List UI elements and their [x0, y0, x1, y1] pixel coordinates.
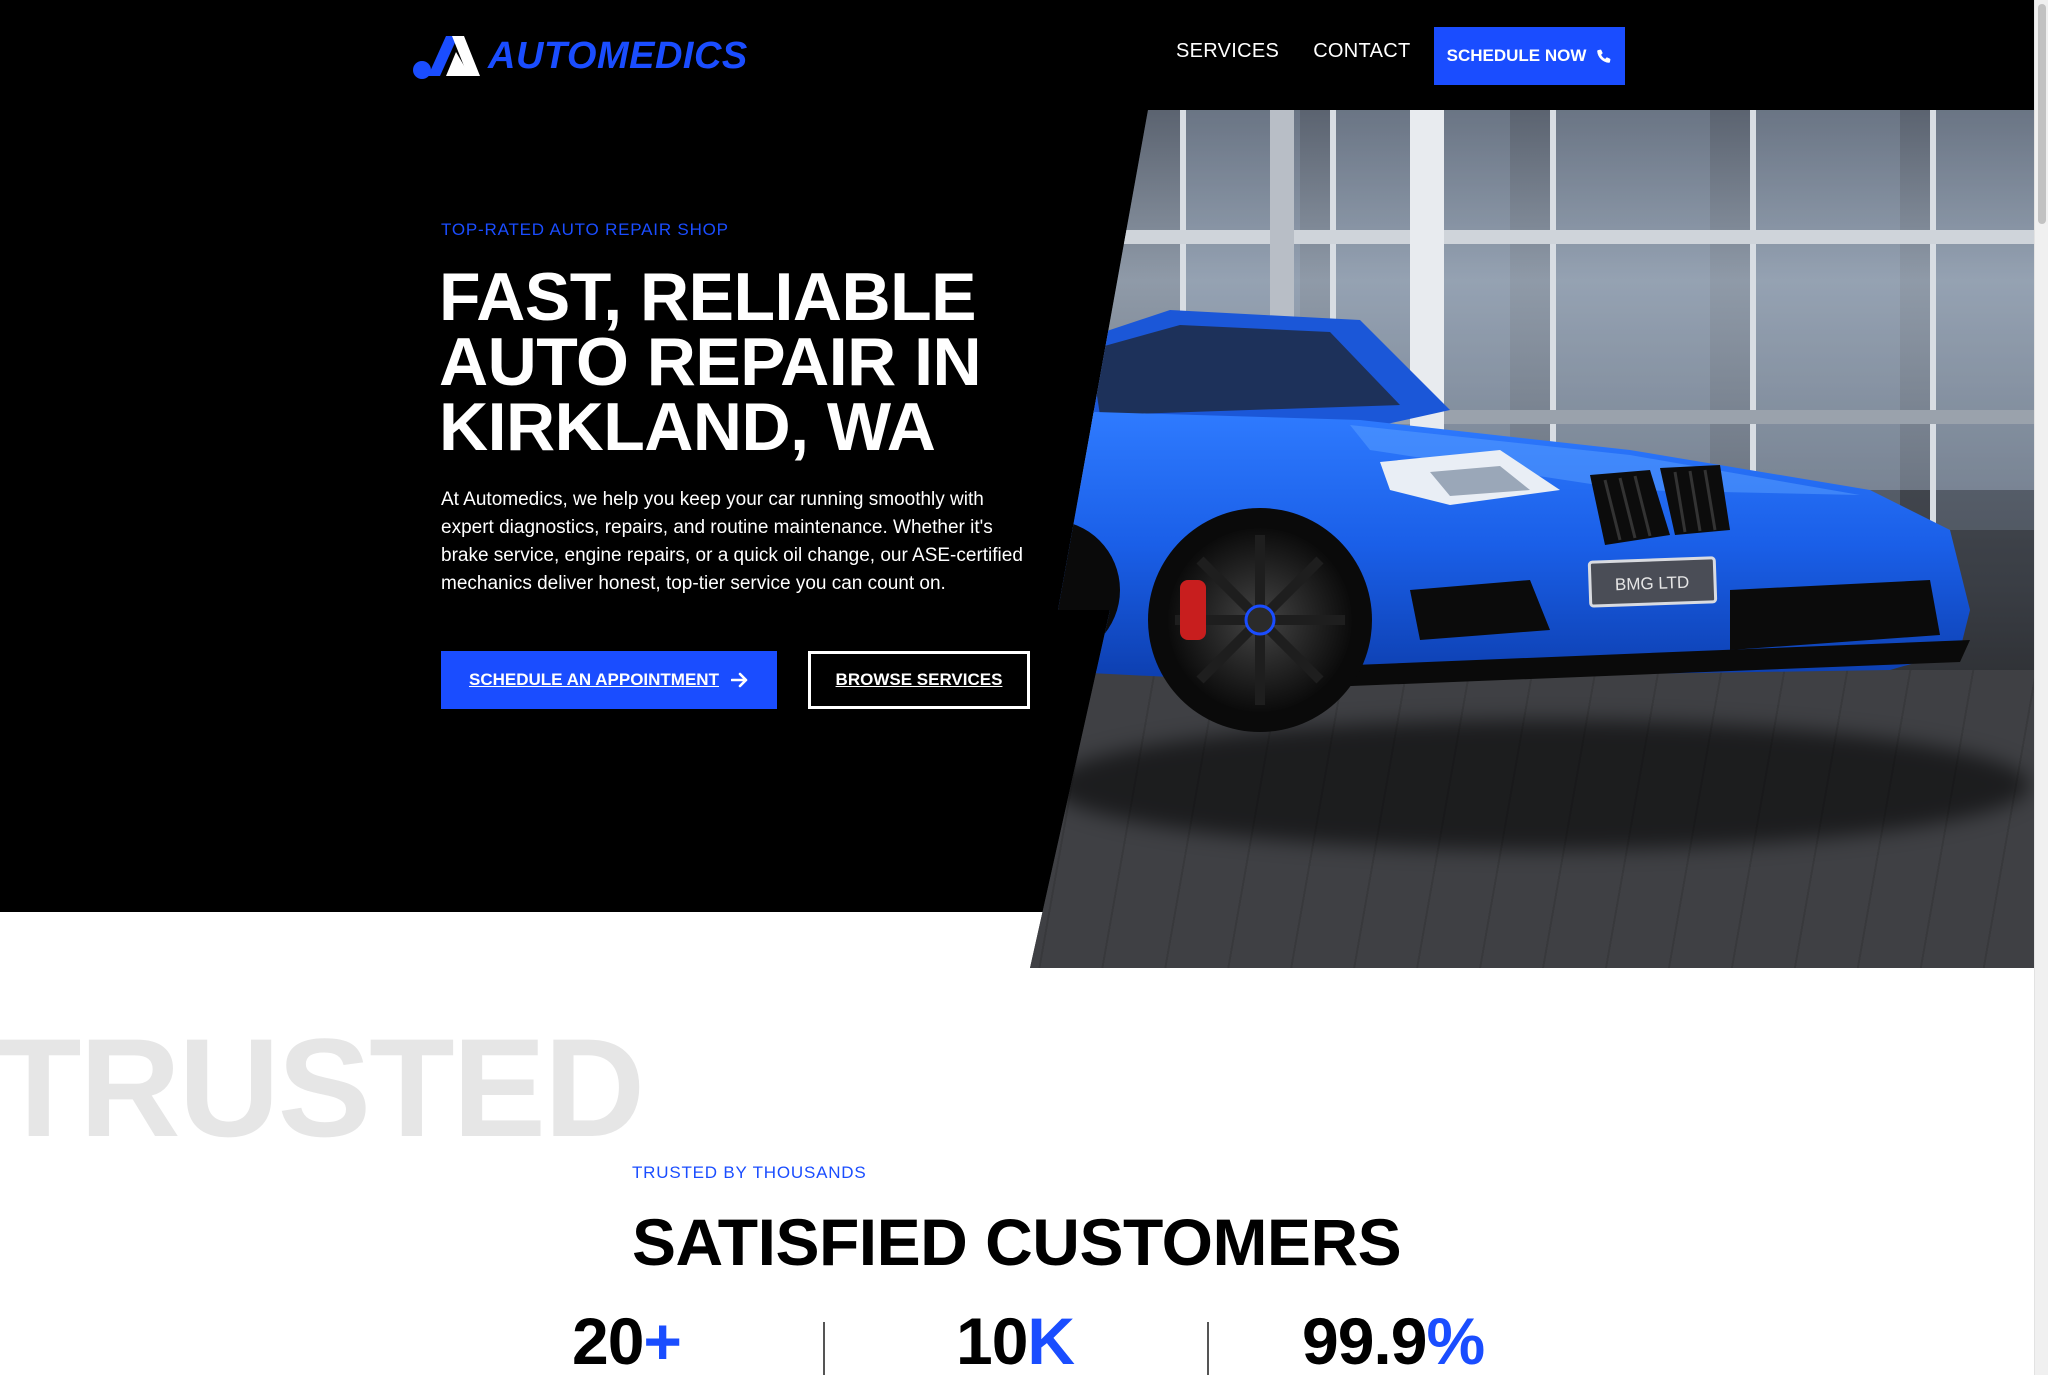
stat-years-suffix: + [643, 1304, 682, 1375]
main-nav: SERVICES CONTACT [1176, 40, 1410, 63]
stat-satisfaction-value: 99.9 [1302, 1304, 1427, 1375]
stat-customers: 10K [956, 1308, 1075, 1374]
stat-years: 20+ [572, 1308, 682, 1374]
hero-description: At Automedics, we help you keep your car… [441, 489, 1023, 594]
stat-divider [1207, 1322, 1209, 1375]
arrow-right-icon [730, 672, 748, 688]
license-plate-text: BMG LTD [1615, 573, 1690, 595]
schedule-now-button[interactable]: SCHEDULE NOW [1434, 27, 1625, 85]
hero-eyebrow: TOP-RATED AUTO REPAIR SHOP [441, 220, 729, 239]
stat-years-value: 20 [572, 1304, 644, 1375]
browse-services-button[interactable]: BROWSE SERVICES [808, 651, 1030, 709]
stats-row: 20+ 10K 99.9% [0, 1300, 2034, 1375]
page-scrollbar[interactable] [2034, 0, 2048, 1375]
page: BMG LTD AUTOMEDICS SERVICES CONTACT SCHE… [0, 0, 2034, 1375]
car-illustration: BMG LTD [1030, 310, 1970, 732]
brand-name: AUTOMEDICS [488, 34, 748, 77]
phone-icon [1597, 49, 1611, 63]
logo-mark-icon [413, 36, 480, 79]
stat-customers-suffix: K [1027, 1304, 1075, 1375]
scrollbar-thumb[interactable] [2038, 4, 2046, 224]
nav-contact[interactable]: CONTACT [1313, 40, 1410, 63]
hero-car-image: BMG LTD [1030, 110, 2034, 968]
trusted-title: SATISFIED CUSTOMERS [632, 1205, 1402, 1279]
stat-satisfaction: 99.9% [1302, 1308, 1485, 1374]
site-header: AUTOMEDICS SERVICES CONTACT SCHEDULE NOW [0, 0, 2034, 110]
schedule-appointment-button[interactable]: SCHEDULE AN APPOINTMENT [441, 651, 777, 709]
trusted-eyebrow: TRUSTED BY THOUSANDS [632, 1163, 867, 1182]
schedule-appointment-label: SCHEDULE AN APPOINTMENT [469, 670, 719, 689]
stat-satisfaction-suffix: % [1426, 1304, 1485, 1375]
hero-title: FAST, RELIABLE AUTO REPAIR IN KIRKLAND, … [439, 259, 982, 465]
brand-logo[interactable]: AUTOMEDICS [412, 30, 748, 82]
stat-customers-value: 10 [956, 1304, 1028, 1375]
schedule-now-label: SCHEDULE NOW [1446, 46, 1587, 65]
browse-services-label: BROWSE SERVICES [835, 670, 1003, 689]
trusted-watermark: TRUSTED [0, 1009, 645, 1166]
nav-services[interactable]: SERVICES [1176, 40, 1279, 63]
hero-section: BMG LTD AUTOMEDICS SERVICES CONTACT SCHE… [0, 0, 2034, 968]
stat-divider [823, 1322, 825, 1375]
